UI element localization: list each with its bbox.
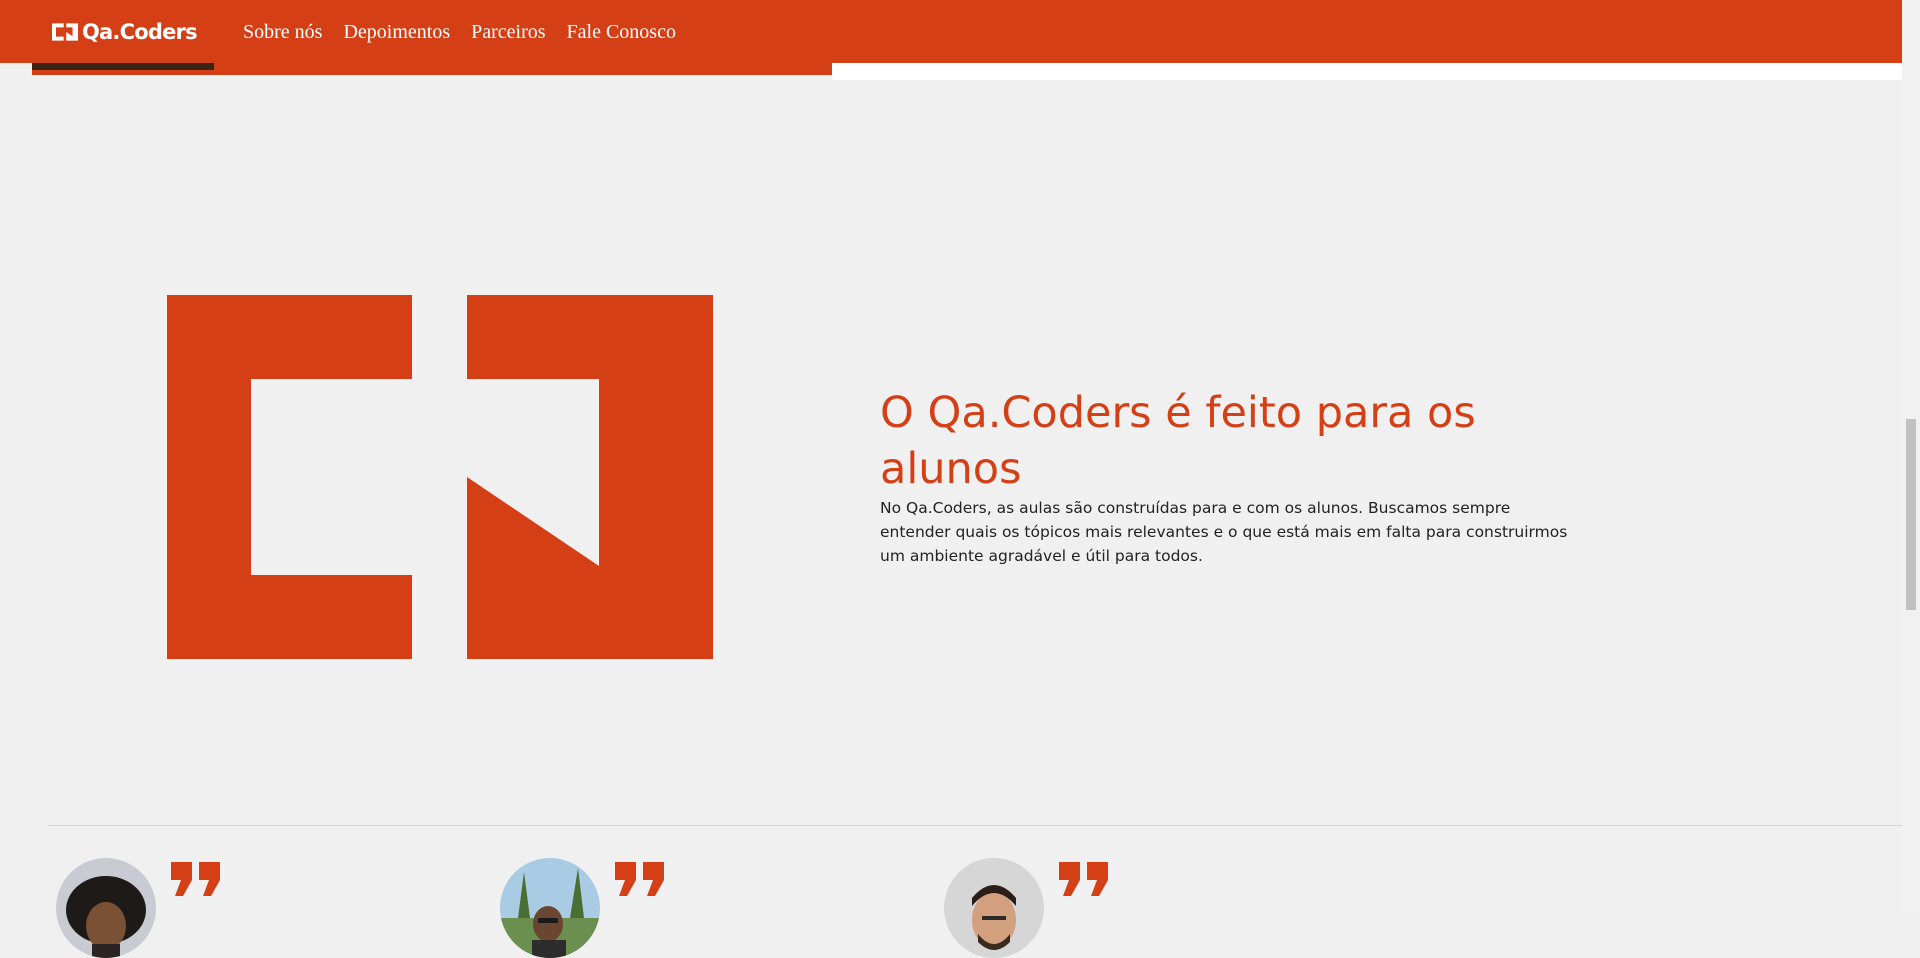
main-nav: Sobre nós Depoimentos Parceiros Fale Con… xyxy=(243,19,676,45)
student-avatar-1 xyxy=(56,858,156,958)
testimonial-card xyxy=(944,858,1144,958)
about-description: No Qa.Coders, as aulas são construídas p… xyxy=(880,499,1568,565)
student-avatar-3 xyxy=(944,858,1044,958)
section-strip-white xyxy=(832,63,1902,80)
qa-coders-logo-icon xyxy=(52,23,78,41)
logo-text: Qa.Coders xyxy=(82,20,198,44)
logo-link[interactable]: Qa.Coders xyxy=(52,20,198,44)
student-avatar-2 xyxy=(500,858,600,958)
testimonial-card xyxy=(500,858,700,958)
quote-icon xyxy=(171,862,220,896)
quote-icon xyxy=(1059,862,1108,896)
nav-link-parceiros[interactable]: Parceiros xyxy=(471,19,545,45)
about-title: O Qa.Coders é feito para os alunos xyxy=(880,388,1476,494)
nav-link-depoimentos[interactable]: Depoimentos xyxy=(343,19,450,45)
testimonial-card xyxy=(56,858,256,958)
page-scrollbar[interactable] xyxy=(1902,0,1920,916)
section-divider xyxy=(48,825,1902,826)
section-strip-dark xyxy=(32,63,214,70)
quote-icon xyxy=(615,862,664,896)
top-navbar: Qa.Coders Sobre nós Depoimentos Parceiro… xyxy=(0,0,1902,63)
nav-link-sobre-nos[interactable]: Sobre nós xyxy=(243,19,322,45)
scrollbar-thumb[interactable] xyxy=(1906,419,1916,610)
qa-coders-brand-mark-icon xyxy=(167,295,713,659)
nav-link-fale-conosco[interactable]: Fale Conosco xyxy=(567,19,676,45)
